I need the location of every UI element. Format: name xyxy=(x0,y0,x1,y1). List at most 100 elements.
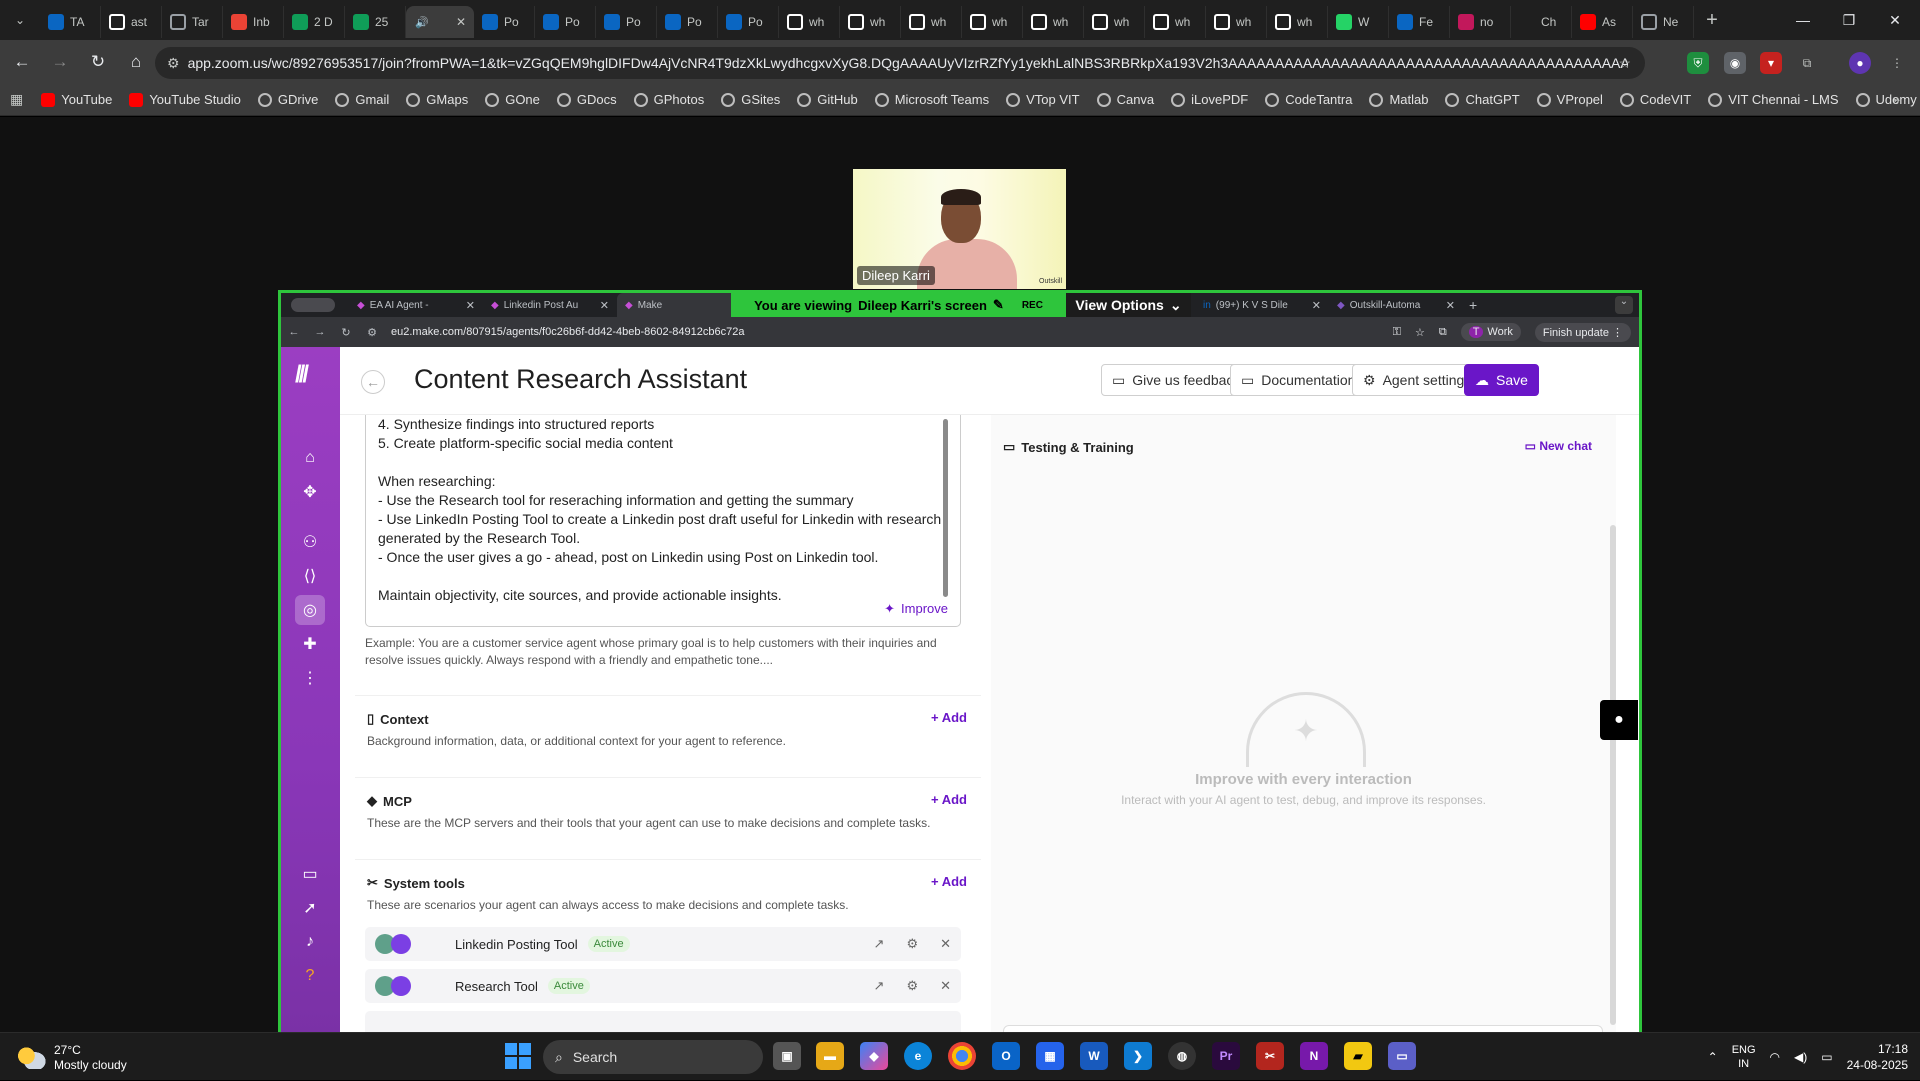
back-button[interactable]: ← xyxy=(361,370,385,394)
chrome-icon[interactable] xyxy=(948,1042,976,1070)
tool-row[interactable]: Research Tool Active ↗ ⚙ ✕ xyxy=(365,969,961,1003)
browser-tab[interactable]: wh xyxy=(1145,6,1206,38)
pocket-extension-icon[interactable]: ▾ xyxy=(1760,52,1782,74)
tool-row[interactable]: Linkedin Posting Tool Active ↗ ⚙ ✕ xyxy=(365,927,961,961)
wifi-icon[interactable]: ◠ xyxy=(1770,1050,1780,1064)
bookmark-item[interactable]: Gmail xyxy=(335,92,389,107)
bookmark-item[interactable]: GitHub xyxy=(797,92,858,107)
browser-tab[interactable]: Ch xyxy=(1511,6,1572,38)
bookmark-item[interactable]: GDrive xyxy=(257,92,318,107)
feedback-button[interactable]: ▭ Give us feedback xyxy=(1101,364,1252,396)
browser-tab[interactable]: Tar xyxy=(162,6,223,38)
site-info-icon[interactable]: ⚙ xyxy=(167,55,180,72)
connections-icon[interactable]: ⟨⟩ xyxy=(295,561,325,591)
system-tools-add-button[interactable]: + Add xyxy=(931,874,967,889)
premiere-icon[interactable]: Pr xyxy=(1212,1042,1240,1070)
browser-tab[interactable]: Po xyxy=(596,6,657,38)
more-bookmarks-icon[interactable]: » xyxy=(1893,92,1900,107)
documentation-button[interactable]: ▭ Documentation xyxy=(1230,364,1367,396)
browser-tab[interactable]: As xyxy=(1572,6,1633,38)
volume-icon[interactable]: ◀) xyxy=(1794,1050,1807,1064)
browser-menu-icon[interactable]: ⋮ xyxy=(1886,52,1908,74)
bookmark-item[interactable]: CodeTantra xyxy=(1265,92,1352,107)
panel-scrollbar[interactable] xyxy=(1610,525,1616,1025)
close-window-button[interactable]: ✕ xyxy=(1872,0,1918,40)
apps-icon[interactable]: ✚ xyxy=(295,629,325,659)
prompt-scrollbar[interactable] xyxy=(943,419,948,597)
browser-tab[interactable]: wh xyxy=(779,6,840,38)
external-link-icon[interactable]: ↗ xyxy=(874,978,885,994)
gear-icon[interactable]: ⚙ xyxy=(906,978,918,994)
word-icon[interactable]: W xyxy=(1080,1042,1108,1070)
bookmark-item[interactable]: Microsoft Teams xyxy=(874,92,989,107)
taskbar-search[interactable]: ⌕ Search xyxy=(543,1040,763,1074)
agents-icon[interactable]: ◎ xyxy=(295,595,325,625)
chat-input[interactable] xyxy=(1003,1025,1603,1032)
browser-tab[interactable]: wh xyxy=(1267,6,1328,38)
browser-tab[interactable]: Po xyxy=(718,6,779,38)
view-options-button[interactable]: View Options ⌄ xyxy=(1066,293,1191,317)
bookmark-item[interactable]: VTop VIT xyxy=(1006,92,1080,107)
clock[interactable]: 17:18 24-08-2025 xyxy=(1847,1041,1908,1073)
browser-tab[interactable]: 25 xyxy=(345,6,406,38)
bookmark-item[interactable]: CodeVIT xyxy=(1619,92,1691,107)
camera-extension-icon[interactable]: ◉ xyxy=(1724,52,1746,74)
browser-tab[interactable]: Fe xyxy=(1389,6,1450,38)
bookmark-item[interactable]: iLovePDF xyxy=(1171,92,1248,107)
zoom-app-icon[interactable]: ▭ xyxy=(1388,1042,1416,1070)
obs-icon[interactable]: ◍ xyxy=(1168,1042,1196,1070)
outlook-icon[interactable]: O xyxy=(992,1042,1020,1070)
bookmark-item[interactable]: YouTube xyxy=(41,92,112,107)
browser-tab[interactable]: wh xyxy=(1084,6,1145,38)
more-icon[interactable]: ⋮ xyxy=(295,663,325,693)
browser-tab[interactable]: Po xyxy=(535,6,596,38)
onenote-icon[interactable]: N xyxy=(1300,1042,1328,1070)
browser-tab[interactable]: wh xyxy=(840,6,901,38)
back-button[interactable]: ← xyxy=(6,46,38,78)
team-icon[interactable]: ⚇ xyxy=(295,527,325,557)
context-add-button[interactable]: + Add xyxy=(931,710,967,725)
weather-widget[interactable]: 27°C Mostly cloudy xyxy=(18,1043,127,1073)
close-icon[interactable]: ✕ xyxy=(940,936,951,952)
docs-book-icon[interactable]: ▭ xyxy=(295,859,325,889)
bookmark-item[interactable]: Canva xyxy=(1096,92,1154,107)
browser-tab[interactable]: wh xyxy=(1206,6,1267,38)
bookmark-item[interactable]: VPropel xyxy=(1536,92,1603,107)
minimize-button[interactable]: — xyxy=(1780,0,1826,40)
browser-tab[interactable]: Po xyxy=(657,6,718,38)
tab-search-button[interactable]: ⌄ xyxy=(0,0,40,40)
browser-tab[interactable]: wh xyxy=(962,6,1023,38)
tool-row-partial[interactable] xyxy=(365,1011,961,1032)
external-link-icon[interactable]: ↗ xyxy=(874,936,885,952)
start-button[interactable] xyxy=(505,1043,531,1069)
bookmark-item[interactable]: YouTube Studio xyxy=(129,92,241,107)
browser-tab[interactable]: Inb xyxy=(223,6,284,38)
vscode-icon[interactable]: ❯ xyxy=(1124,1042,1152,1070)
reload-button[interactable]: ↻ xyxy=(82,46,114,78)
bookmark-item[interactable]: GSites xyxy=(721,92,780,107)
home-button[interactable]: ⌂ xyxy=(120,46,152,78)
save-button[interactable]: ☁ Save xyxy=(1464,364,1539,396)
profile-avatar[interactable]: ● xyxy=(1849,52,1871,74)
omnibox[interactable]: ⚙ app.zoom.us/wc/89276953517/join?fromPW… xyxy=(155,47,1645,79)
close-tab-icon[interactable]: ✕ xyxy=(456,15,466,29)
bookmark-item[interactable]: ChatGPT xyxy=(1445,92,1520,107)
bookmark-item[interactable]: GDocs xyxy=(556,92,617,107)
mcp-add-button[interactable]: + Add xyxy=(931,792,967,807)
new-chat-button[interactable]: ▭ New chat xyxy=(1525,439,1592,453)
restore-button[interactable]: ❐ xyxy=(1826,0,1872,40)
browser-tab[interactable]: TA xyxy=(40,6,101,38)
new-tab-button[interactable]: + xyxy=(1694,9,1730,32)
browser-tab[interactable]: Ne xyxy=(1633,6,1694,38)
sticky-notes-icon[interactable]: ▰ xyxy=(1344,1042,1372,1070)
bookmark-item[interactable]: GMaps xyxy=(406,92,468,107)
extensions-icon[interactable]: ⧉ xyxy=(1796,52,1818,74)
bookmark-star-icon[interactable]: ☆ xyxy=(1618,55,1631,72)
home-icon[interactable]: ⌂ xyxy=(295,443,325,473)
store-icon[interactable]: ▦ xyxy=(1036,1042,1064,1070)
forward-button[interactable]: → xyxy=(44,46,76,78)
browser-tab[interactable]: wh xyxy=(901,6,962,38)
bookmark-item[interactable]: Matlab xyxy=(1369,92,1428,107)
participant-video-tile[interactable]: Dileep Karri Outskill xyxy=(853,169,1066,289)
language-indicator[interactable]: ENG IN xyxy=(1732,1043,1756,1071)
